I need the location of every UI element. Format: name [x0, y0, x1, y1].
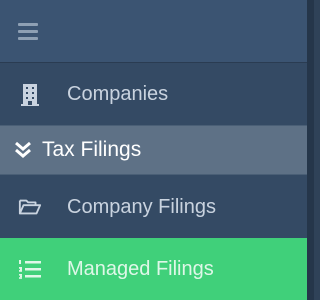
building-icon — [18, 83, 42, 107]
sidebar-toggle-button[interactable] — [0, 0, 307, 63]
hamburger-menu-icon[interactable] — [18, 22, 40, 42]
sidebar-item-label: Companies — [67, 83, 169, 105]
sidebar-item-label: Company Filings — [67, 195, 216, 218]
sidebar: Companies Tax Filings Company Filings Ma… — [0, 0, 314, 300]
sidebar-section-tax-filings[interactable]: Tax Filings — [0, 125, 307, 175]
double-chevron-down-icon — [14, 140, 32, 160]
sidebar-item-managed-filings[interactable]: Managed Filings — [0, 238, 307, 300]
sidebar-item-companies[interactable]: Companies — [0, 64, 307, 125]
sidebar-divider — [307, 0, 314, 300]
sidebar-item-company-filings[interactable]: Company Filings — [0, 177, 307, 237]
ordered-list-icon — [18, 257, 42, 281]
sidebar-item-label: Managed Filings — [67, 257, 214, 280]
sidebar-section-label: Tax Filings — [42, 138, 142, 161]
folder-open-icon — [18, 195, 42, 219]
